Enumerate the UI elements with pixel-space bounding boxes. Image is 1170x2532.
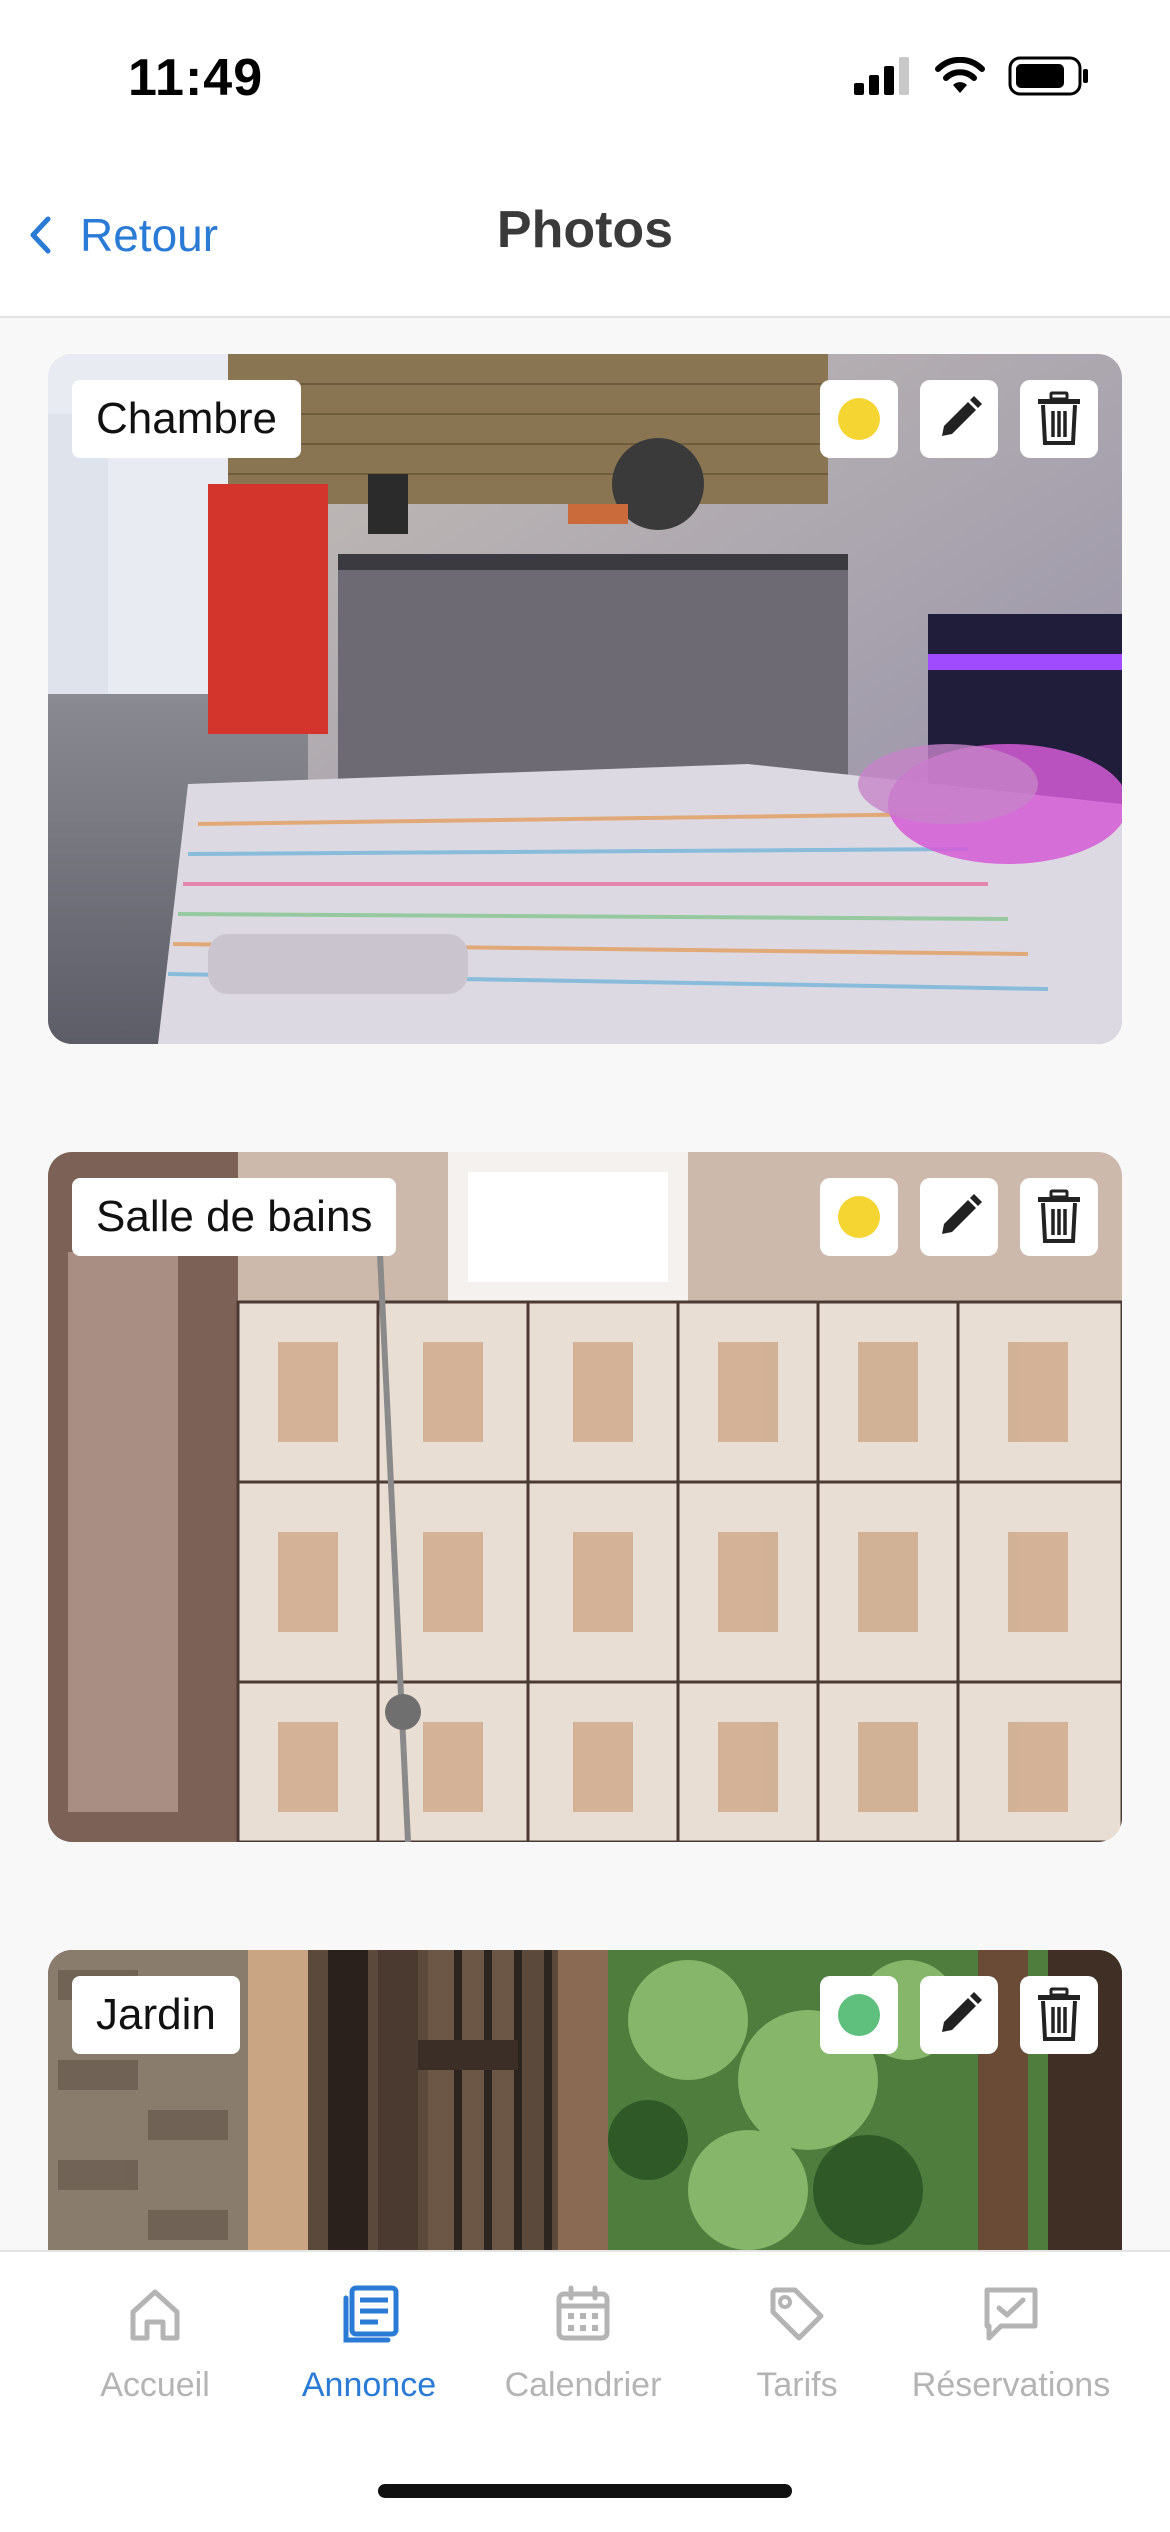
home-indicator[interactable] xyxy=(378,2484,792,2498)
edit-button[interactable] xyxy=(920,380,998,458)
calendar-icon xyxy=(556,2285,610,2341)
delete-button[interactable] xyxy=(1020,1178,1098,1256)
photo-card: Salle de bains xyxy=(48,1152,1122,1842)
home-icon xyxy=(130,2289,180,2341)
tab-label: Accueil xyxy=(100,2366,210,2404)
page-title: Photos xyxy=(496,201,674,259)
tab-accueil[interactable]: Accueil xyxy=(48,2284,262,2405)
photo-card: Chambre xyxy=(48,354,1122,1044)
tab-reservations[interactable]: Réservations xyxy=(904,2284,1118,2405)
nav-header: Retour Photos xyxy=(0,150,1170,318)
status-dot-icon xyxy=(838,398,880,440)
status-bar: 11:49 xyxy=(0,0,1170,150)
trash-icon xyxy=(1038,1987,1080,2041)
delete-button[interactable] xyxy=(1020,380,1098,458)
status-toggle-button[interactable] xyxy=(820,1178,898,1256)
status-toggle-button[interactable] xyxy=(820,380,898,458)
status-time: 11:49 xyxy=(128,49,264,107)
photo-label: Chambre xyxy=(72,380,301,458)
photo-label: Salle de bains xyxy=(72,1178,397,1256)
pencil-icon xyxy=(942,1992,982,2032)
tab-label: Réservations xyxy=(911,2366,1111,2404)
pencil-icon xyxy=(942,1194,982,1234)
delete-button[interactable] xyxy=(1020,1976,1098,2054)
listing-icon xyxy=(343,2285,399,2343)
tab-label: Tarifs xyxy=(756,2366,838,2404)
tab-label: Annonce xyxy=(301,2366,437,2404)
battery-icon xyxy=(1008,56,1088,96)
status-dot-icon xyxy=(838,1196,880,1238)
photo-list[interactable]: Chambre Salle de bains Jardin xyxy=(0,320,1170,2250)
photo-label: Jardin xyxy=(72,1976,240,2054)
tag-icon xyxy=(770,2287,824,2341)
edit-button[interactable] xyxy=(920,1178,998,1256)
photo-card: Jardin xyxy=(48,1950,1122,2250)
status-toggle-button[interactable] xyxy=(820,1976,898,2054)
status-dot-icon xyxy=(838,1994,880,2036)
status-icons xyxy=(854,56,1090,96)
edit-button[interactable] xyxy=(920,1976,998,2054)
wifi-icon xyxy=(935,57,985,93)
tab-label: Calendrier xyxy=(504,2366,662,2404)
reservations-icon xyxy=(984,2287,1038,2341)
cellular-signal-icon xyxy=(854,57,909,95)
tab-calendrier[interactable]: Calendrier xyxy=(476,2284,690,2405)
trash-icon xyxy=(1038,1189,1080,1243)
trash-icon xyxy=(1038,391,1080,445)
pencil-icon xyxy=(942,396,982,436)
tab-annonce[interactable]: Annonce xyxy=(262,2284,476,2405)
tab-tarifs[interactable]: Tarifs xyxy=(690,2284,904,2405)
